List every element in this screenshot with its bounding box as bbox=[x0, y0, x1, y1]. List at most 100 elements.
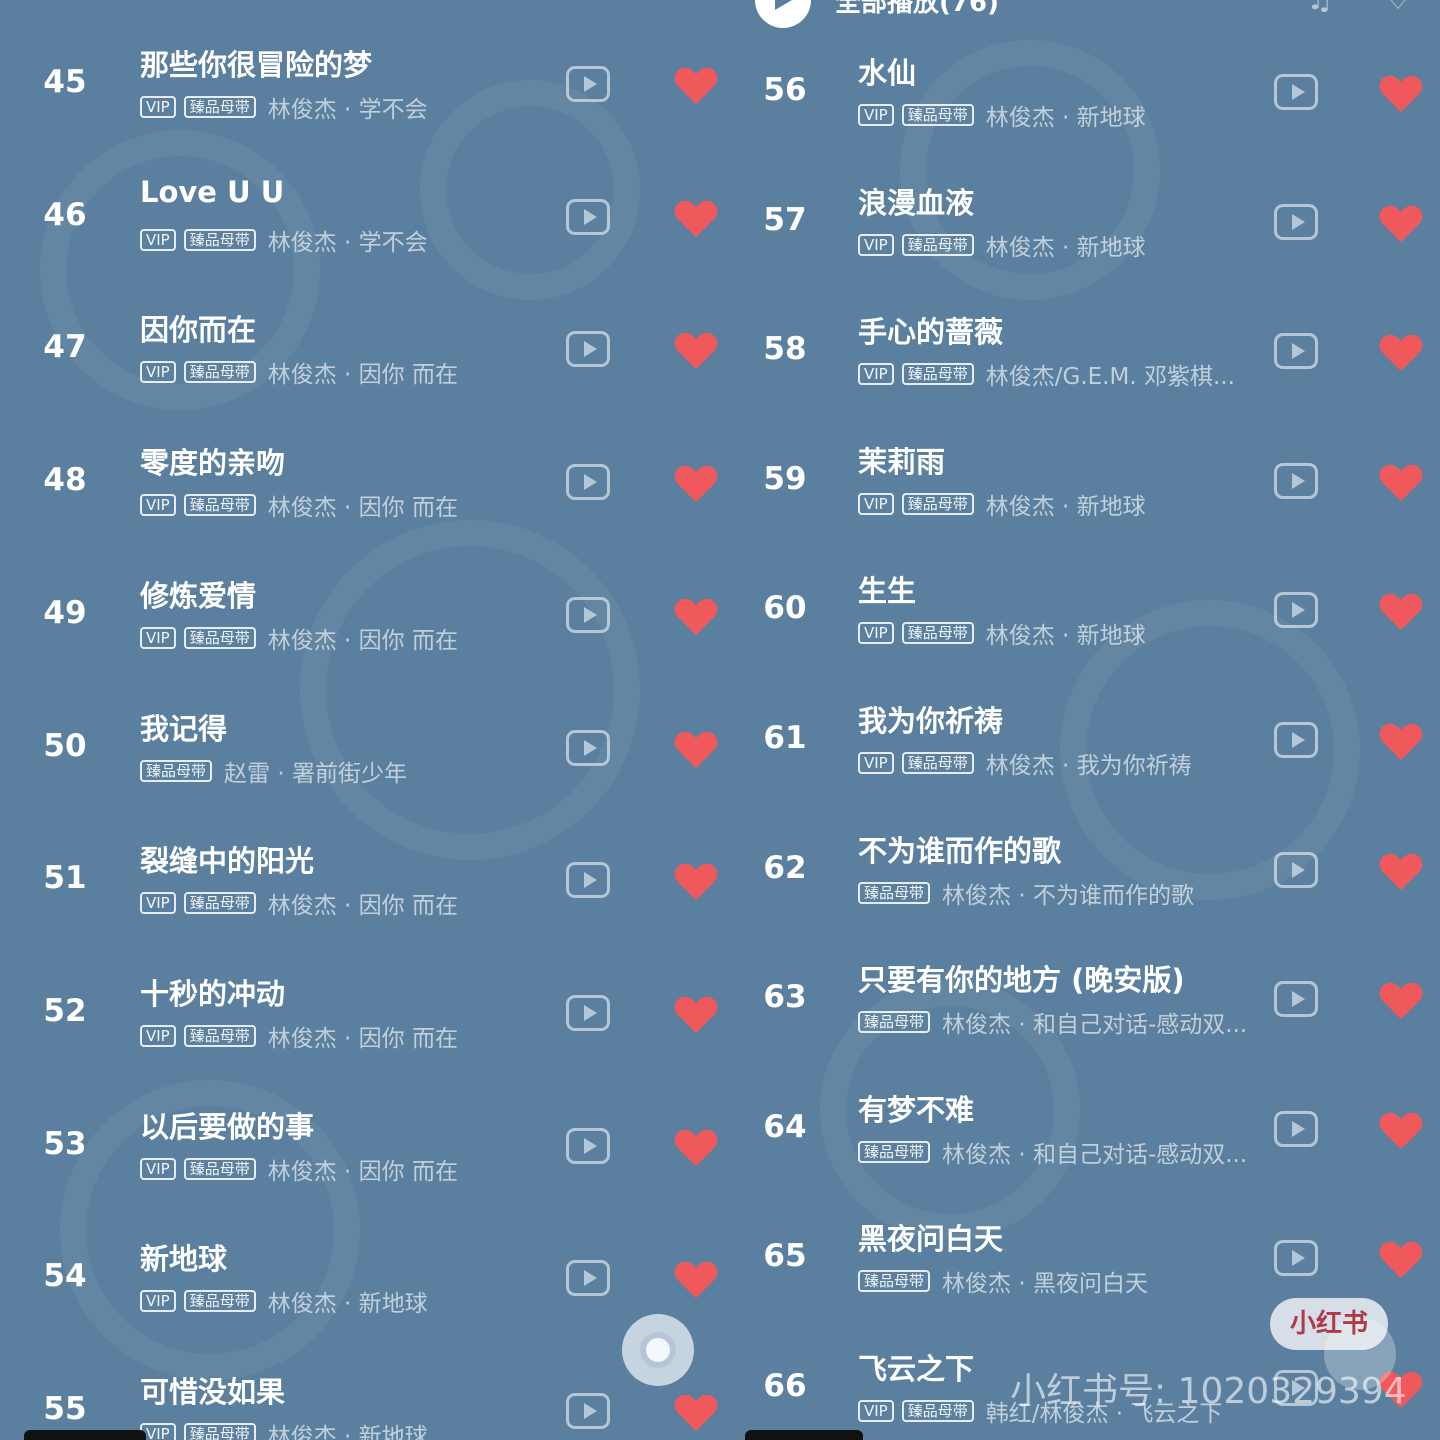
song-artist-album: 林俊杰 · 因你 而在 bbox=[267, 1025, 458, 1052]
floating-player-button[interactable] bbox=[622, 1314, 694, 1386]
song-row[interactable]: 54 新地球 VIP 臻品母带 林俊杰 · 新地球 bbox=[0, 1224, 730, 1334]
song-row[interactable]: 52 十秒的冲动 VIP 臻品母带 林俊杰 · 因你 而在 bbox=[0, 959, 730, 1069]
song-row[interactable]: 60 生生 VIP 臻品母带 林俊杰 · 新地球 bbox=[730, 556, 1440, 666]
heart-icon[interactable] bbox=[1378, 1238, 1424, 1280]
vip-badge: VIP bbox=[140, 1157, 176, 1180]
song-row[interactable]: 45 那些你很冒险的梦 VIP 臻品母带 林俊杰 · 学不会 bbox=[0, 30, 730, 140]
mv-play-icon[interactable] bbox=[566, 1127, 610, 1164]
heart-icon[interactable] bbox=[673, 197, 719, 239]
mv-play-icon[interactable] bbox=[566, 596, 610, 633]
play-all-button[interactable] bbox=[755, 0, 811, 28]
heart-icon[interactable] bbox=[673, 64, 719, 106]
mini-player-thumbnail[interactable] bbox=[24, 1430, 146, 1440]
song-row[interactable]: 47 因你而在 VIP 臻品母带 林俊杰 · 因你 而在 bbox=[0, 295, 730, 405]
mv-play-icon[interactable] bbox=[1274, 333, 1318, 370]
mv-play-icon[interactable] bbox=[1274, 203, 1318, 240]
mv-play-icon[interactable] bbox=[566, 729, 610, 766]
song-title: 飞云之下 bbox=[858, 1352, 975, 1386]
song-row[interactable]: 49 修炼爱情 VIP 臻品母带 林俊杰 · 因你 而在 bbox=[0, 561, 730, 671]
song-meta: VIP 臻品母带 林俊杰 · 因你 而在 bbox=[140, 886, 458, 920]
song-row[interactable]: 51 裂缝中的阳光 VIP 臻品母带 林俊杰 · 因你 而在 bbox=[0, 826, 730, 936]
heart-icon[interactable] bbox=[673, 462, 719, 504]
song-index: 48 bbox=[43, 462, 87, 499]
mv-play-icon[interactable] bbox=[1274, 1240, 1318, 1277]
heart-icon[interactable] bbox=[1378, 461, 1424, 503]
song-index: 45 bbox=[43, 64, 87, 100]
vip-badge: VIP bbox=[858, 1400, 894, 1422]
heart-icon[interactable] bbox=[673, 1391, 719, 1433]
mv-play-icon[interactable] bbox=[566, 464, 610, 501]
master-tape-badge: 臻品母带 bbox=[858, 1011, 931, 1034]
mv-play-icon[interactable] bbox=[566, 1260, 610, 1297]
heart-icon[interactable] bbox=[673, 595, 719, 637]
play-all-label[interactable]: 全部播放(76) bbox=[835, 0, 999, 19]
song-title: 浪漫血液 bbox=[858, 185, 975, 220]
mv-play-icon[interactable] bbox=[1274, 462, 1318, 499]
heart-icon[interactable] bbox=[673, 329, 719, 371]
mv-play-icon[interactable] bbox=[566, 66, 610, 102]
heart-icon[interactable] bbox=[673, 993, 719, 1035]
song-row[interactable]: 56 水仙 VIP 臻品母带 林俊杰 · 新地球 bbox=[730, 38, 1440, 148]
watermark-logo: 小红书 bbox=[1270, 1298, 1388, 1350]
mv-play-icon[interactable] bbox=[1274, 74, 1318, 110]
mv-play-icon[interactable] bbox=[1274, 1110, 1318, 1147]
song-meta: 臻品母带 林俊杰 · 和自己对话-感动双... bbox=[858, 1135, 1247, 1169]
song-index: 49 bbox=[43, 594, 87, 631]
heart-icon[interactable] bbox=[673, 1126, 719, 1168]
song-row[interactable]: 64 有梦不难 臻品母带 林俊杰 · 和自己对话-感动双... bbox=[730, 1075, 1440, 1185]
mv-play-icon[interactable] bbox=[566, 198, 610, 235]
song-row[interactable]: 58 手心的蔷薇 VIP 臻品母带 林俊杰/G.E.M. 邓紫棋... bbox=[730, 297, 1440, 407]
music-note-icon[interactable]: ♫ bbox=[1302, 0, 1338, 18]
play-all-header[interactable]: 全部播放(76) bbox=[755, 0, 999, 28]
heart-outline-icon[interactable]: ♡ bbox=[1380, 0, 1416, 18]
heart-icon[interactable] bbox=[1378, 72, 1424, 114]
song-artist-album: 林俊杰 · 和自己对话-感动双... bbox=[942, 1141, 1248, 1168]
vip-badge: VIP bbox=[858, 752, 894, 774]
song-title: Love U U bbox=[140, 174, 285, 209]
song-row[interactable]: 61 我为你祈祷 VIP 臻品母带 林俊杰 · 我为你祈祷 bbox=[730, 686, 1440, 796]
vip-badge: VIP bbox=[858, 363, 894, 386]
song-title: 可惜没如果 bbox=[140, 1375, 286, 1409]
mv-play-icon[interactable] bbox=[566, 1393, 610, 1429]
song-meta: VIP 臻品母带 林俊杰 · 新地球 bbox=[858, 98, 1146, 132]
heart-icon[interactable] bbox=[1378, 720, 1424, 762]
song-list-right: 全部播放(76) ♫ ♡ 56水仙VIP臻品母带林俊杰 · 新地球 57浪漫血液V… bbox=[730, 0, 1440, 1440]
mv-play-icon[interactable] bbox=[1274, 851, 1318, 888]
song-row[interactable]: 63 只要有你的地方 (晚安版) 臻品母带 林俊杰 · 和自己对话-感动双... bbox=[730, 945, 1440, 1055]
song-artist-album: 林俊杰 · 因你 而在 bbox=[267, 627, 458, 654]
heart-icon[interactable] bbox=[673, 1258, 719, 1300]
song-meta: 臻品母带 林俊杰 · 和自己对话-感动双... bbox=[858, 1005, 1247, 1039]
mv-play-icon[interactable] bbox=[1274, 722, 1318, 758]
song-index: 50 bbox=[43, 727, 87, 764]
master-tape-badge: 臻品母带 bbox=[901, 1400, 974, 1422]
mv-play-icon[interactable] bbox=[566, 994, 610, 1031]
heart-icon[interactable] bbox=[1378, 850, 1424, 892]
song-row[interactable]: 48 零度的亲吻 VIP 臻品母带 林俊杰 · 因你 而在 bbox=[0, 428, 730, 538]
heart-icon[interactable] bbox=[1378, 1109, 1424, 1151]
song-row[interactable]: 55 可惜没如果 VIP 臻品母带 林俊杰 · 新地球 bbox=[0, 1357, 730, 1440]
mv-play-icon[interactable] bbox=[1274, 981, 1318, 1018]
vip-badge: VIP bbox=[140, 892, 176, 915]
heart-icon[interactable] bbox=[673, 860, 719, 902]
song-row[interactable]: 50 我记得 臻品母带 赵雷 · 署前街少年 bbox=[0, 694, 730, 804]
mv-play-icon[interactable] bbox=[566, 862, 610, 899]
mv-play-icon[interactable] bbox=[1274, 592, 1318, 629]
vip-badge: VIP bbox=[140, 361, 176, 384]
song-row[interactable]: 53 以后要做的事 VIP 臻品母带 林俊杰 · 因你 而在 bbox=[0, 1092, 730, 1202]
song-title: 十秒的冲动 bbox=[140, 976, 286, 1011]
heart-icon[interactable] bbox=[1378, 590, 1424, 632]
heart-icon[interactable] bbox=[1378, 202, 1424, 244]
song-row[interactable]: 62 不为谁而作的歌 臻品母带 林俊杰 · 不为谁而作的歌 bbox=[730, 816, 1440, 926]
song-row[interactable]: 59 茉莉雨 VIP 臻品母带 林俊杰 · 新地球 bbox=[730, 427, 1440, 537]
heart-icon[interactable] bbox=[1378, 331, 1424, 373]
heart-icon[interactable] bbox=[1378, 979, 1424, 1021]
song-row[interactable]: 57 浪漫血液 VIP 臻品母带 林俊杰 · 新地球 bbox=[730, 168, 1440, 278]
master-tape-badge: 臻品母带 bbox=[901, 622, 974, 645]
mv-play-icon[interactable] bbox=[566, 331, 610, 368]
vip-badge: VIP bbox=[140, 626, 176, 649]
heart-icon[interactable] bbox=[673, 728, 719, 770]
song-artist-album: 林俊杰 · 因你 而在 bbox=[267, 362, 458, 389]
song-index: 61 bbox=[763, 720, 807, 756]
mini-player-thumbnail-right[interactable] bbox=[745, 1430, 863, 1440]
song-row[interactable]: 46 Love U U VIP 臻品母带 林俊杰 · 学不会 bbox=[0, 163, 730, 273]
